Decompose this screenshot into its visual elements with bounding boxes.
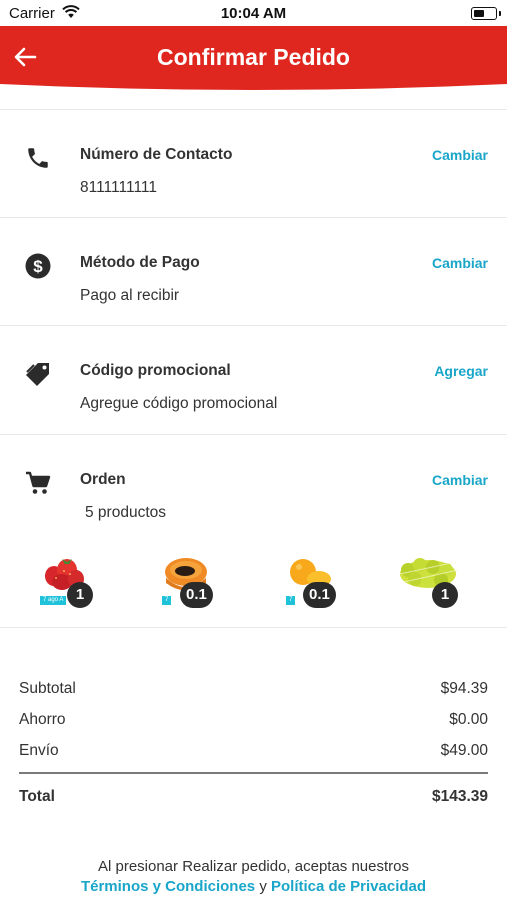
product-tag: 7 bbox=[286, 596, 296, 605]
svg-text:$: $ bbox=[33, 257, 43, 276]
product-tag: 7 ago A bbox=[40, 596, 67, 605]
terms-link[interactable]: Términos y Condiciones bbox=[81, 878, 255, 895]
contact-number: 8111111111 bbox=[80, 179, 158, 196]
savings-value: $0.00 bbox=[449, 711, 488, 728]
product-tag: 7 bbox=[162, 596, 172, 605]
dollar-circle-icon: $ bbox=[24, 252, 52, 280]
tag-icon bbox=[24, 360, 52, 388]
divider bbox=[0, 627, 507, 628]
status-bar: Carrier 10:04 AM bbox=[0, 0, 507, 26]
order-label: Orden bbox=[80, 471, 126, 488]
savings-label: Ahorro bbox=[19, 711, 66, 728]
total-label: Total bbox=[19, 788, 55, 805]
subtotal-value: $94.39 bbox=[440, 680, 488, 697]
terms-prefix: Al presionar Realizar pedido, aceptas nu… bbox=[97, 858, 409, 875]
promo-label: Código promocional bbox=[80, 362, 231, 379]
subtotal-label: Subtotal bbox=[19, 680, 76, 697]
quantity-badge: 0.1 bbox=[303, 582, 336, 608]
promo-code-prompt[interactable]: Agregue código promocional bbox=[80, 395, 277, 413]
total-value: $143.39 bbox=[431, 788, 488, 805]
terms-notice: Al presionar Realizar pedido, aceptas nu… bbox=[0, 857, 507, 897]
phone-icon bbox=[24, 144, 52, 172]
app-header: Confirmar Pedido bbox=[0, 26, 507, 92]
total-separator bbox=[19, 772, 488, 774]
order-section: Orden 5 productos Cambiar bbox=[0, 435, 507, 543]
quantity-badge: 1 bbox=[67, 582, 93, 608]
quantity-badge: 1 bbox=[432, 582, 458, 608]
change-order-button[interactable]: Cambiar bbox=[432, 472, 488, 488]
terms-connector: y bbox=[259, 878, 267, 895]
promo-section: Código promocional Agregue código promoc… bbox=[0, 326, 507, 434]
change-contact-button[interactable]: Cambiar bbox=[432, 147, 488, 163]
page-title: Confirmar Pedido bbox=[157, 44, 350, 70]
product-item[interactable]: 7 0.1 bbox=[286, 548, 356, 618]
product-thumbnails: 7 ago A 1 7 0.1 7 0.1 1 bbox=[0, 548, 507, 618]
product-item[interactable]: 7 ago A 1 bbox=[40, 548, 110, 618]
privacy-link[interactable]: Política de Privacidad bbox=[271, 878, 426, 895]
product-item[interactable]: 7 0.1 bbox=[162, 548, 232, 618]
contact-section: Número de Contacto 8111111111 Cambiar bbox=[0, 110, 507, 218]
contact-label: Número de Contacto bbox=[80, 146, 233, 163]
product-count: 5 productos bbox=[85, 504, 166, 521]
payment-section: $ Método de Pago Pago al recibir Cambiar bbox=[0, 218, 507, 326]
change-payment-button[interactable]: Cambiar bbox=[432, 255, 488, 271]
payment-label: Método de Pago bbox=[80, 254, 200, 271]
cart-icon bbox=[24, 469, 52, 497]
add-promo-button[interactable]: Agregar bbox=[434, 363, 488, 379]
shipping-value: $49.00 bbox=[440, 742, 488, 759]
clock: 10:04 AM bbox=[220, 5, 287, 22]
battery-icon bbox=[471, 7, 501, 20]
product-item[interactable]: 1 bbox=[398, 548, 468, 618]
quantity-badge: 0.1 bbox=[180, 582, 213, 608]
shipping-label: Envío bbox=[19, 742, 59, 759]
payment-method: Pago al recibir bbox=[80, 287, 180, 304]
